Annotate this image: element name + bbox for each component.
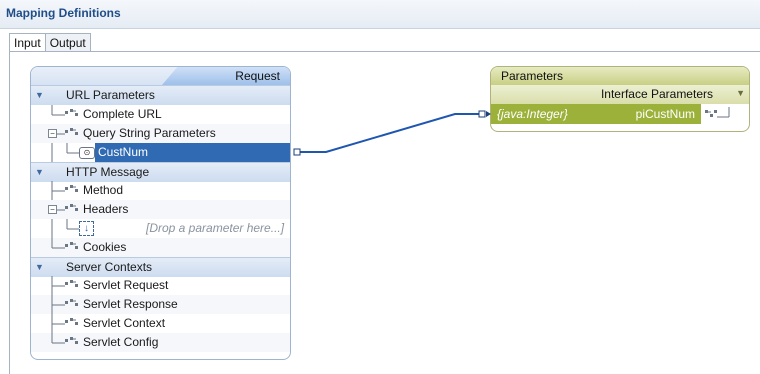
section-url-parameters[interactable]: ▼ URL Parameters bbox=[31, 85, 290, 105]
tree-item-complete-url[interactable]: Complete URL bbox=[31, 105, 290, 124]
parameters-box-title: Parameters bbox=[501, 69, 564, 83]
tree-item-label: Servlet Context bbox=[83, 316, 166, 330]
section-label: Server Contexts bbox=[66, 260, 153, 274]
section-label: URL Parameters bbox=[66, 88, 155, 102]
parameters-box-header: Parameters bbox=[491, 67, 749, 85]
section-server-contexts[interactable]: ▼ Server Contexts bbox=[31, 257, 290, 277]
tree-item-servlet-context[interactable]: Servlet Context bbox=[31, 314, 290, 333]
collapse-minus-icon[interactable]: − bbox=[48, 129, 57, 138]
tab-input[interactable]: Input bbox=[9, 33, 46, 53]
tree-item-servlet-request[interactable]: Servlet Request bbox=[31, 276, 290, 295]
collapse-arrow-icon[interactable]: ▼ bbox=[35, 163, 44, 182]
tree-item-label: Method bbox=[83, 183, 124, 197]
tree-connector-icon bbox=[51, 219, 79, 238]
tab-output[interactable]: Output bbox=[45, 33, 91, 52]
tree-item-query-string-parameters[interactable]: − Query String Parameters bbox=[31, 124, 290, 143]
tree-item-label: CustNum bbox=[98, 145, 149, 159]
tree-item-label: Complete URL bbox=[83, 107, 162, 121]
collapse-arrow-icon[interactable]: ▼ bbox=[35, 86, 44, 105]
tree-item-headers[interactable]: − Headers bbox=[31, 200, 290, 219]
parameter-name: piCustNum bbox=[635, 107, 695, 121]
tree-item-servlet-response[interactable]: Servlet Response bbox=[31, 295, 290, 314]
tree-item-label: Headers bbox=[83, 202, 129, 216]
parameter-type: {java:Integer} bbox=[497, 107, 568, 121]
tree-item-label: Servlet Config bbox=[83, 335, 159, 349]
request-box-header: Request bbox=[31, 67, 290, 85]
section-http-message[interactable]: ▼ HTTP Message bbox=[31, 162, 290, 182]
page-title: Mapping Definitions bbox=[6, 6, 121, 20]
collapse-arrow-icon[interactable]: ▼ bbox=[736, 88, 745, 98]
tab-bar: Input Output bbox=[9, 33, 91, 53]
editor-header: Mapping Definitions bbox=[0, 0, 760, 29]
tree-item-servlet-config[interactable]: Servlet Config bbox=[31, 333, 290, 352]
parameters-box[interactable]: Parameters Interface Parameters ▼ {java:… bbox=[490, 66, 750, 132]
request-box[interactable]: Request ▼ URL Parameters Complete URL − … bbox=[30, 66, 291, 360]
tree-connector-icon bbox=[705, 107, 730, 118]
tree-item-label: Servlet Request bbox=[83, 278, 169, 292]
parameter-icon: ⊙ bbox=[79, 147, 95, 159]
collapse-minus-icon[interactable]: − bbox=[48, 205, 57, 214]
drop-arrow-icon[interactable]: ↓ bbox=[79, 221, 94, 236]
interface-parameters-header[interactable]: Interface Parameters ▼ bbox=[491, 85, 749, 104]
tree-item-cookies[interactable]: Cookies bbox=[31, 238, 290, 257]
tree-item-drop-target[interactable]: ↓ [Drop a parameter here...] bbox=[31, 219, 290, 238]
request-box-title: Request bbox=[235, 69, 280, 83]
collapse-arrow-icon[interactable]: ▼ bbox=[35, 258, 44, 277]
tree-item-label: Cookies bbox=[83, 240, 127, 254]
tree-item-label: Servlet Response bbox=[83, 297, 178, 311]
tree-item-label: Query String Parameters bbox=[83, 126, 216, 140]
tree-item-method[interactable]: Method bbox=[31, 181, 290, 200]
parameter-row-picustnum[interactable]: {java:Integer} piCustNum bbox=[491, 104, 701, 124]
tree-item-custnum[interactable]: ⊙ CustNum bbox=[31, 143, 290, 162]
tree-connector-icon bbox=[51, 143, 81, 162]
section-label: HTTP Message bbox=[66, 165, 150, 179]
drop-placeholder[interactable]: [Drop a parameter here...] bbox=[146, 219, 284, 238]
interface-parameters-label: Interface Parameters bbox=[600, 87, 713, 101]
